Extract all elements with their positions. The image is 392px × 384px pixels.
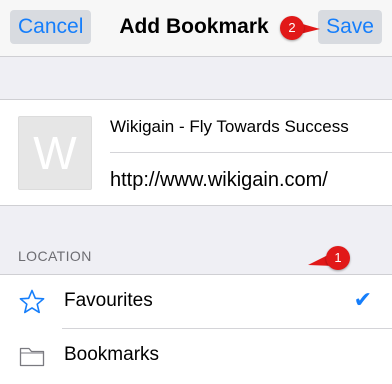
callout-2: 2 (278, 16, 322, 40)
navigation-bar: Cancel Add Bookmark Save (0, 0, 392, 57)
checkmark-icon: ✔ (353, 287, 372, 312)
page-title-text: Add Bookmark (119, 15, 269, 38)
field-divider (110, 152, 392, 153)
location-item-favourites[interactable]: Favourites ✔ (0, 275, 392, 329)
bookmark-url-field[interactable]: http://www.wikigain.com/ (110, 169, 328, 192)
callout-number: 1 (326, 246, 350, 270)
location-list: Favourites ✔ Bookmarks (0, 274, 392, 384)
star-icon (18, 288, 46, 316)
bookmark-details: W Wikigain - Fly Towards Success http://… (0, 99, 392, 206)
site-thumbnail: W (18, 116, 92, 190)
folder-icon (18, 342, 46, 370)
callout-1: 1 (308, 246, 352, 270)
section-spacer (0, 57, 392, 99)
location-item-bookmarks[interactable]: Bookmarks (0, 329, 392, 382)
location-section-header: LOCATION (18, 248, 92, 264)
bookmark-title-field[interactable]: Wikigain - Fly Towards Success (110, 117, 349, 137)
location-item-label: Bookmarks (64, 344, 160, 365)
location-item-label: Favourites (64, 290, 153, 311)
save-button[interactable]: Save (318, 10, 382, 44)
callout-number: 2 (280, 16, 304, 40)
